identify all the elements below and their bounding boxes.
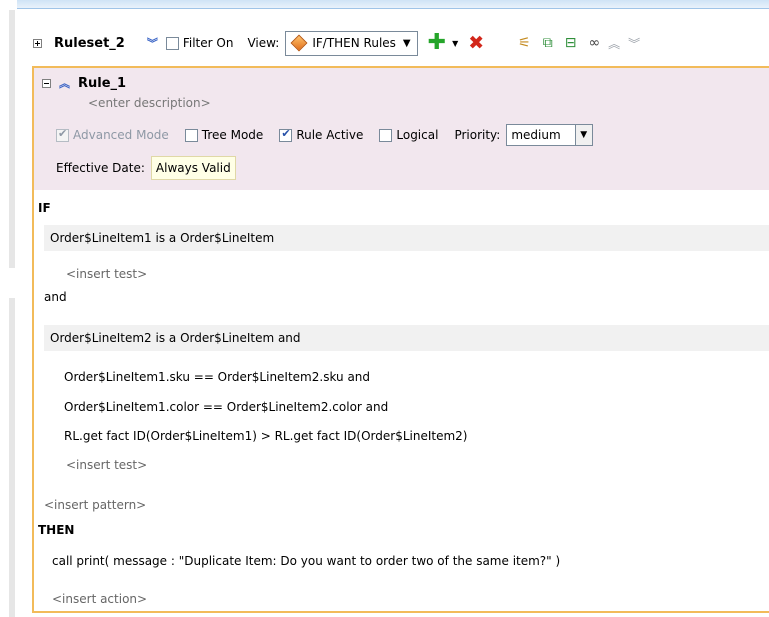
gutter-marker [9,298,15,617]
priority-label: Priority: [454,128,501,142]
priority-select[interactable]: medium ▼ [506,124,593,146]
add-rule-icon[interactable]: ✚ [428,32,446,54]
advanced-mode-checkbox [56,127,69,142]
effective-date-label: Effective Date: [56,161,145,175]
rule-title: Rule_1 [78,75,127,91]
pattern-row-1[interactable]: Order$LineItem1 is a Order$LineItem [44,225,769,251]
effective-date-field[interactable]: Always Valid [150,156,236,180]
effective-date-row: Effective Date: Always Valid [56,156,236,180]
filter-label: Filter On [182,36,234,50]
action-row[interactable]: call print( message : "Duplicate Item: D… [52,554,560,568]
description-placeholder[interactable]: <enter description> [88,96,211,110]
chevron-up-icon[interactable]: ︽ [59,75,70,91]
view-select[interactable]: IF/THEN Rules ▼ [285,30,418,56]
pattern-text-2: Order$LineItem2 is a Order$LineItem and [50,331,301,345]
pattern-row-2[interactable]: Order$LineItem2 is a Order$LineItem and [44,325,769,351]
logical-option[interactable]: Logical [379,128,438,142]
logical-label: Logical [396,128,439,142]
advanced-mode-option: Advanced Mode [56,127,169,142]
tree-mode-label: Tree Mode [201,128,264,142]
tree-mode-checkbox[interactable] [184,128,198,142]
if-keyword: IF [38,201,51,215]
rule-options-row: Advanced Mode Tree Mode Rule Active Logi… [56,124,593,146]
glasses-icon[interactable]: ∞ [588,35,600,51]
insert-test-placeholder[interactable]: <insert test> [66,458,147,472]
tree-mode-option[interactable]: Tree Mode [184,128,264,142]
filter-checkbox[interactable] [165,36,179,50]
ruleset-title: Ruleset_2 [54,35,125,51]
delete-rule-icon[interactable]: ✖ [468,33,484,53]
pattern-text-1: Order$LineItem1 is a Order$LineItem [50,231,275,245]
rule-active-option[interactable]: Rule Active [279,127,364,142]
test-row[interactable]: Order$LineItem1.sku == Order$LineItem2.s… [64,370,370,384]
test-row[interactable]: Order$LineItem1.color == Order$LineItem2… [64,400,388,414]
rule-active-label: Rule Active [296,128,364,142]
filter-toggle[interactable]: Filter On [165,36,234,50]
add-rule-menu-icon[interactable]: ▼ [452,39,458,48]
paste-icon[interactable]: ⊟ [565,35,577,51]
expand-ruleset-icon[interactable] [33,38,42,48]
editor-top-strip [17,0,769,9]
rule-active-checkbox[interactable] [279,127,293,142]
and-keyword: and [44,290,67,304]
insert-action-placeholder[interactable]: <insert action> [52,592,147,606]
caret-down-icon: ▼ [574,125,592,145]
collapse-rule-icon[interactable] [42,78,51,88]
logical-checkbox[interactable] [379,128,393,142]
view-label: View: [247,36,280,50]
insert-pattern-placeholder[interactable]: <insert pattern> [44,498,146,512]
ruleset-toolbar: Ruleset_2 ︾ Filter On View: IF/THEN Rule… [33,25,769,61]
rule-title-row: ︽ Rule_1 [42,75,126,91]
test-row[interactable]: RL.get fact ID(Order$LineItem1) > RL.get… [64,429,467,443]
chevron-down-icon[interactable]: ︾ [628,35,640,52]
double-chevron-down-icon[interactable]: ︾ [147,35,158,51]
insert-test-placeholder[interactable]: <insert test> [66,267,147,281]
rule-header: ︽ Rule_1 <enter description> Advanced Mo… [34,68,769,190]
gutter-marker [9,10,15,268]
view-select-value: IF/THEN Rules [312,36,396,50]
left-gutter [0,0,17,617]
then-keyword: THEN [38,523,75,537]
rules-diamond-icon [290,34,308,52]
priority-value: medium [511,128,561,142]
tree-structure-icon[interactable]: ⚟ [518,35,531,51]
advanced-mode-label: Advanced Mode [73,128,169,142]
copy-icon[interactable]: ⧉ [543,35,553,51]
chevron-up-icon[interactable]: ︽ [608,35,620,52]
caret-down-icon: ▼ [402,37,411,49]
rule-panel: ︽ Rule_1 <enter description> Advanced Mo… [32,66,769,613]
